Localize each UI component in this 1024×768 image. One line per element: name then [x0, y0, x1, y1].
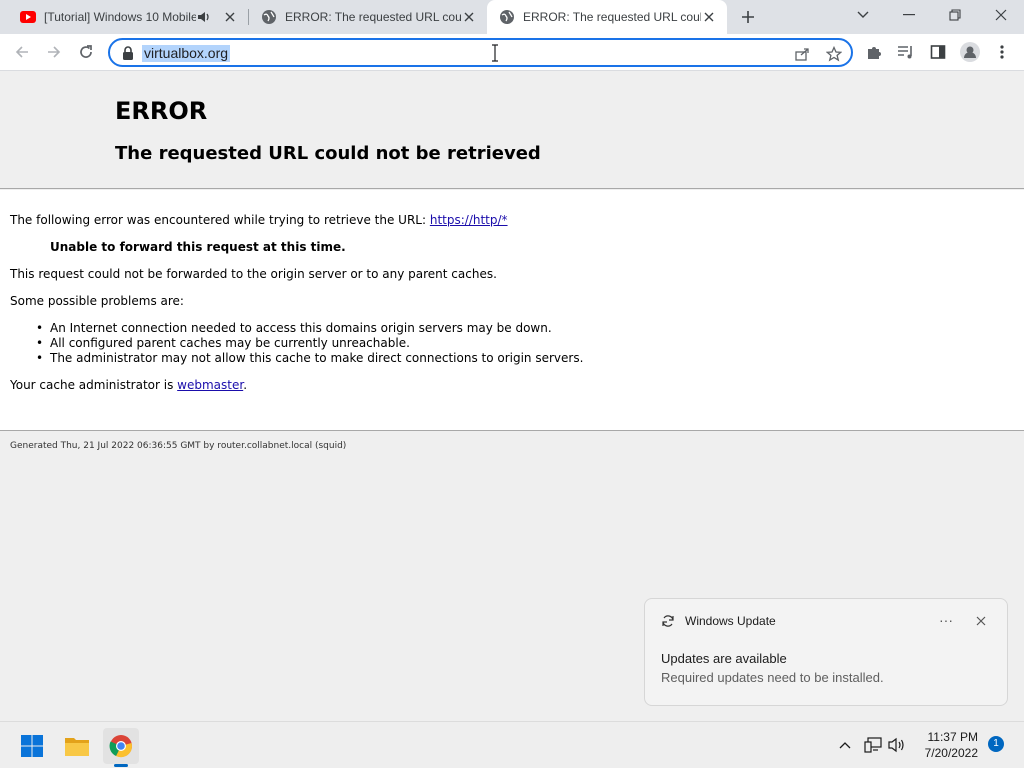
start-button[interactable] — [14, 728, 50, 764]
tab-title: ERROR: The requested URL could not be re… — [523, 10, 701, 24]
globe-icon — [262, 10, 276, 24]
volume-icon[interactable] — [888, 736, 906, 754]
tab-title: [Tutorial] Windows 10 Mobile — [44, 10, 196, 24]
new-tab-button[interactable] — [733, 2, 763, 32]
puzzle-icon — [868, 47, 881, 59]
browser-toolbar: virtualbox.org — [0, 34, 1024, 71]
notification-count-badge[interactable]: 1 — [988, 736, 1004, 752]
problems-heading: Some possible problems are: — [10, 294, 184, 308]
profile-button[interactable] — [956, 38, 984, 66]
requested-url-link[interactable]: https://http/* — [430, 213, 508, 227]
clock-date: 7/20/2022 — [924, 746, 978, 760]
page-title: ERROR — [115, 97, 208, 125]
admin-paragraph: Your cache administrator is webmaster. — [10, 378, 247, 392]
sync-icon — [662, 615, 674, 627]
star-icon — [826, 46, 842, 62]
back-button[interactable] — [8, 38, 36, 66]
close-tab-icon[interactable] — [701, 9, 717, 25]
error-body: The following error was encountered whil… — [0, 190, 1024, 431]
close-window-button[interactable] — [978, 0, 1024, 30]
bookmark-button[interactable] — [824, 44, 844, 64]
tab-strip: [Tutorial] Windows 10 Mobile ERROR: The … — [0, 0, 1024, 34]
error-header: ERROR The requested URL could not be ret… — [0, 71, 1024, 189]
notification-close-button[interactable] — [971, 611, 991, 631]
globe-icon — [500, 10, 514, 24]
minimize-icon — [903, 14, 915, 16]
notification-app-name: Windows Update — [685, 614, 776, 628]
windows-logo-icon — [21, 735, 43, 757]
admin-text: Your cache administrator is — [10, 378, 174, 392]
share-icon — [795, 48, 809, 61]
restore-button[interactable] — [932, 0, 978, 30]
side-panel-button[interactable] — [924, 38, 952, 66]
tab-youtube[interactable]: [Tutorial] Windows 10 Mobile — [8, 0, 248, 34]
chrome-icon — [109, 735, 132, 758]
list-item: An Internet connection needed to access … — [36, 321, 583, 336]
list-item: All configured parent caches may be curr… — [36, 336, 583, 351]
windows-update-notification[interactable]: Windows Update ··· Updates are available… — [644, 598, 1008, 706]
forward-button[interactable] — [40, 38, 68, 66]
arrow-left-icon — [15, 46, 28, 58]
url-text[interactable]: virtualbox.org — [142, 45, 231, 62]
chrome-taskbar-button[interactable] — [103, 728, 139, 764]
admin-suffix: . — [243, 378, 248, 392]
tab-search-button[interactable] — [840, 0, 886, 30]
avatar-icon — [960, 42, 980, 62]
close-icon — [976, 616, 986, 626]
show-hidden-icons-button[interactable] — [836, 736, 854, 754]
menu-button[interactable] — [988, 38, 1016, 66]
list-item: The administrator may not allow this cac… — [36, 351, 583, 366]
youtube-icon — [20, 11, 36, 23]
generated-footer: Generated Thu, 21 Jul 2022 06:36:55 GMT … — [10, 441, 347, 451]
notification-more-button[interactable]: ··· — [933, 609, 959, 631]
file-explorer-button[interactable] — [59, 728, 95, 764]
address-bar[interactable]: virtualbox.org — [108, 38, 853, 67]
chevron-down-icon — [857, 11, 869, 18]
close-icon — [995, 9, 1007, 21]
extensions-button[interactable] — [860, 38, 888, 66]
error-message: Unable to forward this request at this t… — [50, 240, 346, 254]
network-icon[interactable] — [864, 736, 882, 754]
webmaster-link[interactable]: webmaster — [177, 378, 243, 392]
side-panel-icon — [930, 45, 946, 59]
notification-body: Required updates need to be installed. — [661, 670, 884, 685]
reload-button[interactable] — [72, 38, 100, 66]
clock-time: 11:37 PM — [927, 730, 978, 744]
tab-error-2-active[interactable]: ERROR: The requested URL could not be re… — [487, 0, 727, 34]
close-tab-icon[interactable] — [222, 9, 238, 25]
media-controls-button[interactable] — [892, 38, 920, 66]
tab-title: ERROR: The requested URL could not be re… — [285, 10, 461, 24]
arrow-right-icon — [48, 46, 61, 58]
media-queue-icon — [898, 46, 912, 59]
active-app-indicator — [114, 764, 128, 767]
kebab-menu-icon — [1000, 45, 1004, 59]
minimize-button[interactable] — [886, 0, 932, 30]
intro-text: The following error was encountered whil… — [10, 213, 427, 227]
detail-text: This request could not be forwarded to t… — [10, 267, 497, 281]
notification-title: Updates are available — [661, 651, 787, 666]
intro-paragraph: The following error was encountered whil… — [10, 213, 508, 227]
restore-icon — [949, 9, 961, 21]
close-tab-icon[interactable] — [461, 9, 477, 25]
taskbar: 11:37 PM 7/20/2022 — [0, 721, 1024, 768]
reload-icon — [80, 45, 92, 58]
plus-icon — [742, 11, 754, 23]
problems-list: An Internet connection needed to access … — [36, 321, 583, 366]
tab-error-1[interactable]: ERROR: The requested URL could not be re… — [249, 0, 487, 34]
text-cursor-icon — [492, 44, 498, 62]
folder-icon — [65, 738, 89, 756]
system-clock[interactable]: 11:37 PM 7/20/2022 — [912, 729, 978, 761]
speaker-icon[interactable] — [196, 9, 212, 25]
page-subtitle: The requested URL could not be retrieved — [115, 143, 541, 164]
lock-icon[interactable] — [121, 45, 135, 61]
chevron-up-icon — [839, 742, 851, 749]
share-button[interactable] — [792, 44, 812, 64]
